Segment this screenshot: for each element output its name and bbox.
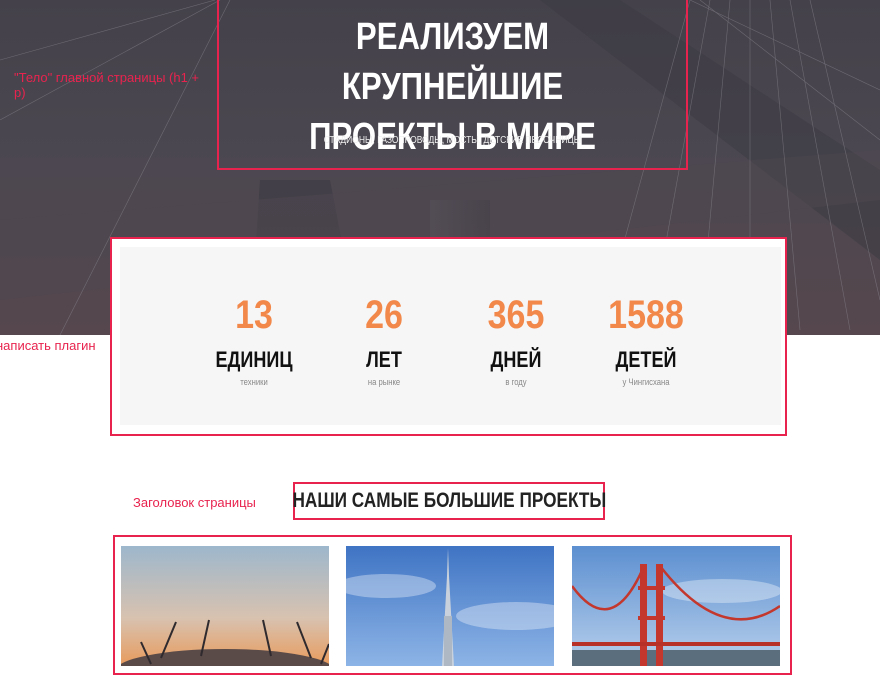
plugin-annotation-note: написать плагин [0, 338, 108, 353]
hero-title-line-1: РЕАЛИЗУЕМ КРУПНЕЙШИЕ [341, 16, 564, 108]
plugin-annotation-text: написать плагин [0, 338, 96, 353]
stat-caption: в году [505, 377, 527, 387]
section-heading: НАШИ САМЫЕ БОЛЬШИЕ ПРОЕКТЫ [292, 489, 606, 512]
stat-number: 1588 [608, 293, 684, 337]
stadium-photo [121, 546, 329, 666]
stat-label: ДЕТЕЙ [615, 347, 677, 372]
project-card-bridge[interactable] [572, 546, 780, 666]
project-card-skyscraper[interactable] [346, 546, 554, 666]
hero-subtitle: СТАДИОНЫ, ГАЗОПРОВОДЫ, МОСТЫ, ДЕТСКИЕ ПЕ… [323, 135, 582, 146]
red-bridge-photo [572, 546, 780, 666]
stats-panel: 13 ЕДИНИЦ техники 26 ЛЕТ на рынке 365 ДН… [120, 247, 781, 425]
stat-label: ЕДИНИЦ [215, 347, 293, 372]
stat-number: 13 [235, 293, 273, 337]
stat-caption: у Чингисхана [622, 377, 670, 387]
stat-item: 26 ЛЕТ на рынке [324, 291, 444, 388]
stat-item: 13 ЕДИНИЦ техники [194, 291, 314, 388]
stat-item: 1588 ДЕТЕЙ у Чингисхана [586, 291, 706, 388]
hero-annotation-frame: РЕАЛИЗУЕМ КРУПНЕЙШИЕ ПРОЕКТЫ В МИРЕ СТАД… [217, 0, 688, 170]
stat-item: 365 ДНЕЙ в году [456, 291, 576, 388]
project-card-stadium[interactable] [121, 546, 329, 666]
skyscraper-photo [346, 546, 554, 666]
stat-number: 365 [487, 293, 545, 337]
stat-caption: техники [240, 377, 268, 387]
stat-number: 26 [365, 293, 403, 337]
stat-label: ЛЕТ [366, 347, 402, 372]
stat-caption: на рынке [367, 377, 401, 387]
heading-annotation-note: Заголовок страницы [133, 495, 256, 510]
stat-label: ДНЕЙ [490, 347, 542, 372]
hero-annotation-note: "Тело" главной страницы (h1 + p) [14, 70, 200, 100]
section-heading-frame: НАШИ САМЫЕ БОЛЬШИЕ ПРОЕКТЫ [292, 482, 606, 520]
